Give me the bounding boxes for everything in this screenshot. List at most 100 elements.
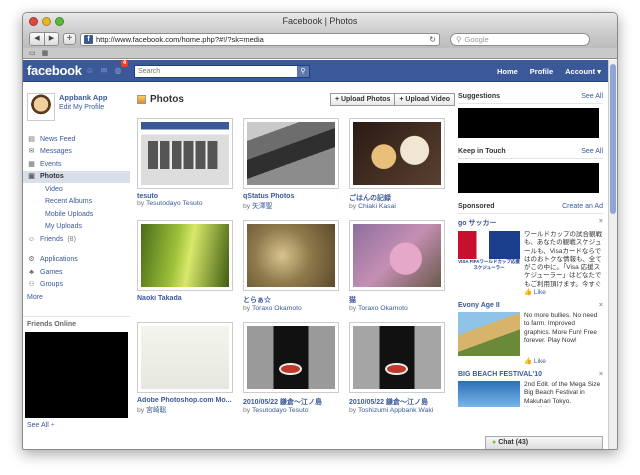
ad-image[interactable] [458, 312, 520, 356]
sidebar-subitem-video[interactable]: Video [23, 183, 130, 196]
album-card[interactable]: 2010/05/22 鎌倉〜江ノ島 by Tesutodayo Tesuto [243, 322, 339, 414]
top-sites-grid-icon[interactable]: ▦ [42, 49, 49, 57]
album-card[interactable]: ごはんの記録 by Chiaki Kasai [349, 118, 445, 210]
album-name[interactable]: 猫 [349, 295, 445, 305]
close-window-button[interactable] [29, 17, 38, 26]
album-thumbnail[interactable] [243, 322, 339, 393]
upload-photos-button[interactable]: + Upload Photos [329, 93, 396, 106]
messages-jewel-icon[interactable]: ✉ [99, 65, 109, 76]
browser-search-field[interactable]: ⚲ Google [450, 32, 590, 46]
facebook-logo[interactable]: facebook [27, 63, 82, 78]
suggestions-see-all-link[interactable]: See All [581, 93, 603, 100]
friends-online-list[interactable] [25, 331, 128, 418]
album-name[interactable]: とらぁ☆ [243, 295, 339, 305]
close-icon[interactable]: × [599, 218, 603, 228]
forward-button[interactable]: ▶ [44, 33, 58, 45]
nav-profile-link[interactable]: Profile [530, 67, 553, 76]
sidebar-subitem-my-uploads[interactable]: My Uploads [23, 221, 130, 234]
ad-title[interactable]: go サッカー [458, 218, 497, 228]
album-thumbnail[interactable] [349, 322, 445, 393]
close-icon[interactable]: × [599, 371, 603, 378]
album-author[interactable]: 宮崎聡 [146, 407, 166, 414]
album-card[interactable]: Adobe Photoshop.com Mo... by 宮崎聡 [137, 322, 233, 414]
browser-toolbar: ◀ ▶ + f http://www.facebook.com/home.php… [23, 30, 617, 48]
add-bookmark-button[interactable]: + [63, 33, 76, 45]
ad-like-link[interactable]: 👍 Like [524, 357, 603, 365]
notifications-globe-icon[interactable]: ◍ 4 [113, 60, 128, 76]
search-icon[interactable]: ⚲ [297, 66, 309, 77]
album-author[interactable]: Toraxo Okamoto [252, 305, 302, 312]
ad-image[interactable]: VISA FIFAワールドカップ応援スケジューラー [458, 231, 520, 271]
album-author[interactable]: Toshizumi Appbank Waki [358, 407, 433, 414]
album-name[interactable]: 2010/05/22 鎌倉〜江ノ島 [349, 397, 445, 407]
album-card[interactable]: qStatus Photos by 矢澤聖 [243, 118, 339, 210]
sponsored-ad[interactable]: go サッカー × VISA FIFAワールドカップ応援スケジューラー ワールドカ… [458, 218, 603, 296]
nav-account-menu[interactable]: Account ▾ [565, 67, 601, 76]
sidebar-item-applications[interactable]: ⚙ Applications [23, 254, 130, 267]
sponsored-ad[interactable]: Evony Age II × No more bullies. No need t… [458, 302, 603, 365]
album-author[interactable]: Tesutodayo Tesuto [146, 200, 203, 207]
friend-requests-icon[interactable]: ☺ [85, 65, 95, 76]
album-card[interactable]: 猫 by Toraxo Okamoto [349, 220, 445, 312]
minimize-window-button[interactable] [42, 17, 51, 26]
close-icon[interactable]: × [599, 302, 603, 309]
zoom-window-button[interactable] [55, 17, 64, 26]
album-author[interactable]: 矢澤聖 [252, 203, 272, 210]
chat-bar[interactable]: ● Chat (43) [485, 436, 603, 449]
friends-see-all-link[interactable]: See All ÷ [23, 418, 130, 433]
album-name[interactable]: tesuto [137, 193, 233, 200]
sidebar-item-label: Games [40, 268, 63, 276]
keep-in-touch-see-all-link[interactable]: See All [581, 148, 603, 155]
sidebar-item-games[interactable]: ♣ Games [23, 266, 130, 279]
album-thumbnail[interactable] [137, 118, 233, 189]
album-card[interactable]: とらぁ☆ by Toraxo Okamoto [243, 220, 339, 312]
back-button[interactable]: ◀ [30, 33, 44, 45]
edit-profile-link[interactable]: Edit My Profile [59, 104, 107, 111]
sponsored-ad[interactable]: BIG BEACH FESTIVAL'10 × 2nd Edit. of the … [458, 371, 603, 407]
avatar[interactable] [27, 93, 55, 121]
album-name[interactable]: ごはんの記録 [349, 193, 445, 203]
album-author[interactable]: Toraxo Okamoto [358, 305, 408, 312]
create-ad-link[interactable]: Create an Ad [562, 203, 603, 210]
album-thumbnail[interactable] [349, 220, 445, 291]
album-name[interactable]: Adobe Photoshop.com Mo... [137, 397, 233, 404]
album-card[interactable]: tesuto by Tesutodayo Tesuto [137, 118, 233, 210]
ad-like-link[interactable]: 👍 Like [524, 288, 603, 296]
upload-video-button[interactable]: + Upload Video [395, 93, 455, 106]
ad-title[interactable]: BIG BEACH FESTIVAL'10 [458, 371, 542, 378]
album-thumbnail[interactable] [137, 322, 233, 393]
suggestions-box[interactable] [458, 108, 599, 138]
vertical-scrollbar[interactable] [608, 60, 617, 449]
facebook-search-input[interactable]: Search ⚲ [134, 65, 310, 78]
sidebar-item-events[interactable]: ▦ Events [23, 158, 130, 171]
album-author[interactable]: Chiaki Kasai [358, 203, 396, 210]
album-card[interactable]: 2010/05/22 鎌倉〜江ノ島 by Toshizumi Appbank W… [349, 322, 445, 414]
sidebar-more-link[interactable]: More [23, 291, 130, 304]
album-name[interactable]: qStatus Photos [243, 193, 339, 200]
sidebar-subitem-recent-albums[interactable]: Recent Albums [23, 196, 130, 209]
sidebar-item-news-feed[interactable]: ▤ News Feed [23, 133, 130, 146]
bookmarks-book-icon[interactable]: ▭ [29, 49, 36, 57]
keep-in-touch-box[interactable] [458, 163, 599, 193]
album-name[interactable]: Naoki Takada [137, 295, 233, 302]
ad-image[interactable] [458, 381, 520, 407]
sidebar-subitem-mobile-uploads[interactable]: Mobile Uploads [23, 208, 130, 221]
album-card[interactable]: Naoki Takada [137, 220, 233, 312]
album-thumbnail[interactable] [349, 118, 445, 189]
sidebar-item-messages[interactable]: ✉ Messages [23, 146, 130, 159]
album-name[interactable]: 2010/05/22 鎌倉〜江ノ島 [243, 397, 339, 407]
album-author[interactable]: Tesutodayo Tesuto [252, 407, 309, 414]
scrollbar-thumb[interactable] [610, 64, 616, 214]
album-thumbnail[interactable] [137, 220, 233, 291]
sidebar-item-groups[interactable]: ⚇ Groups [23, 279, 130, 292]
address-bar[interactable]: f http://www.facebook.com/home.php?#!/?s… [80, 32, 440, 46]
profile-name[interactable]: Appbank App [59, 93, 107, 102]
reload-icon[interactable]: ↻ [429, 35, 436, 44]
browser-window: Facebook | Photos ◀ ▶ + f http://www.fac… [22, 12, 618, 450]
sidebar-item-friends[interactable]: ☺ Friends (8) [23, 233, 130, 246]
nav-home-link[interactable]: Home [497, 67, 518, 76]
album-thumbnail[interactable] [243, 220, 339, 291]
album-thumbnail[interactable] [243, 118, 339, 189]
ad-title[interactable]: Evony Age II [458, 302, 500, 309]
sidebar-item-photos[interactable]: ▣ Photos [23, 170, 130, 183]
